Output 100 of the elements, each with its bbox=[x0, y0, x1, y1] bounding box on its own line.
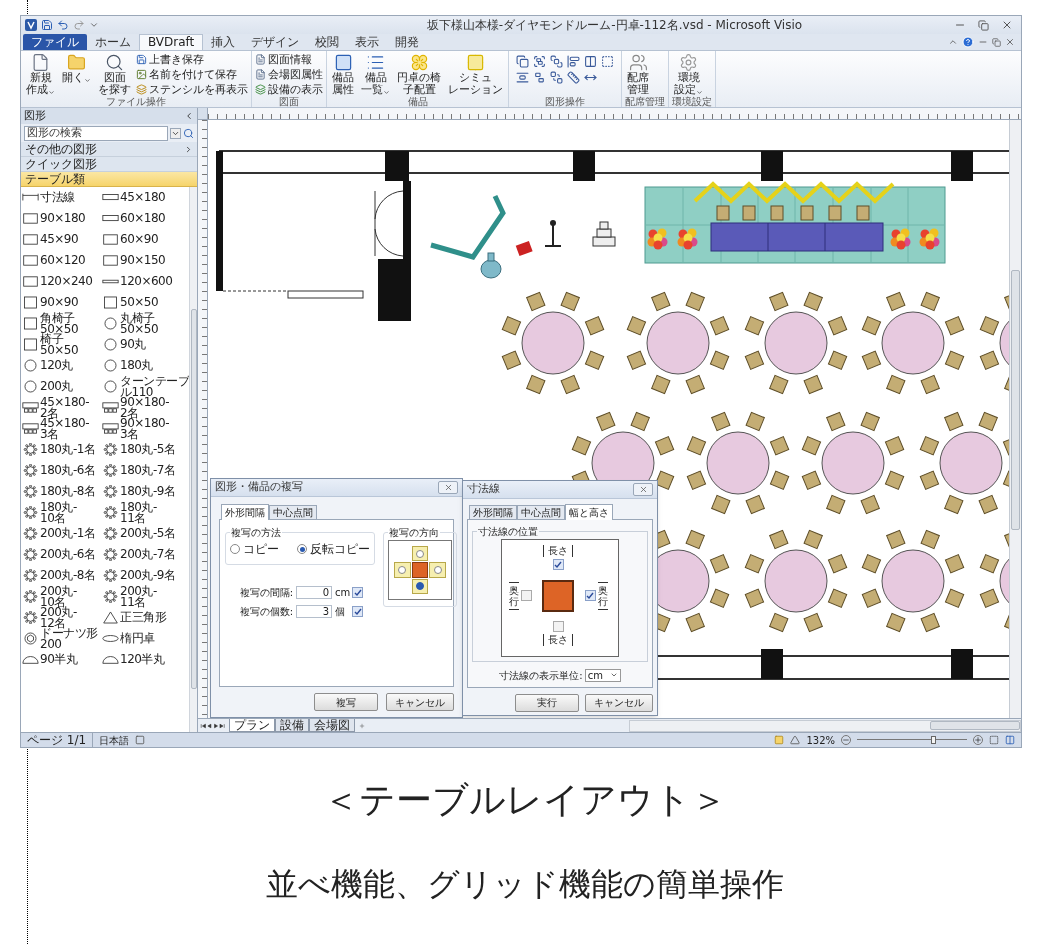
stencil-item[interactable]: 寸法線 bbox=[22, 187, 101, 208]
stencil-item[interactable]: 180丸-6名 bbox=[22, 460, 101, 481]
panel-section[interactable]: テーブル類 bbox=[21, 172, 197, 187]
checkbox[interactable] bbox=[352, 606, 363, 617]
send-back-icon[interactable] bbox=[550, 71, 563, 84]
ribbon-tab[interactable]: BVDraft bbox=[139, 34, 204, 50]
stencil-item[interactable]: 180丸- 10名 bbox=[22, 502, 101, 523]
stencil-item[interactable]: 60×120 bbox=[22, 250, 101, 271]
close-icon[interactable] bbox=[1005, 37, 1015, 47]
checkbox[interactable] bbox=[552, 621, 564, 632]
bring-front-icon[interactable] bbox=[550, 55, 563, 68]
scrollbar[interactable] bbox=[189, 187, 197, 732]
radio-button[interactable] bbox=[230, 544, 240, 554]
restore-icon[interactable] bbox=[978, 19, 989, 31]
stencil-item[interactable]: 角椅子 50×50 bbox=[22, 313, 101, 334]
page-tab[interactable]: プラン bbox=[228, 719, 275, 732]
stencil-item[interactable]: 200丸- 11名 bbox=[102, 586, 189, 607]
stencil-item[interactable]: ドーナツ形 200 bbox=[22, 628, 101, 649]
stencil-item[interactable]: 45×180- 2名 bbox=[22, 397, 101, 418]
stencil-item[interactable]: 椅子 50×50 bbox=[22, 334, 101, 355]
window-icon[interactable] bbox=[1005, 735, 1015, 745]
app-icon[interactable] bbox=[25, 19, 37, 31]
stencil-item[interactable]: 180丸-8名 bbox=[22, 481, 101, 502]
page-tab[interactable]: 会場図 bbox=[308, 719, 355, 732]
ribbon-button[interactable]: 配席 管理 bbox=[625, 53, 651, 96]
stencil-item[interactable]: 180丸- 11名 bbox=[102, 502, 189, 523]
stencil-item[interactable]: 丸椅子 50×50 bbox=[102, 313, 189, 334]
input-field[interactable]: 3 bbox=[296, 605, 332, 618]
direction-button[interactable] bbox=[394, 562, 411, 578]
stencil-item[interactable]: 90×150 bbox=[102, 250, 189, 271]
macro-icon[interactable] bbox=[135, 735, 146, 745]
ribbon-tab[interactable]: 開発 bbox=[387, 34, 428, 50]
stencil-item[interactable]: 120×600 bbox=[102, 271, 189, 292]
redo-icon[interactable] bbox=[73, 19, 85, 31]
dialog-button[interactable]: キャンセル bbox=[386, 693, 454, 711]
dialog-tab[interactable]: 中心点間 bbox=[517, 504, 565, 519]
page-navigation-icon[interactable] bbox=[200, 720, 227, 731]
panel-section[interactable]: その他の図形 bbox=[21, 142, 197, 157]
panel-section[interactable]: クイック図形 bbox=[21, 157, 197, 172]
stencil-item[interactable]: 45×180 bbox=[102, 187, 189, 208]
dialog-tab[interactable]: 中心点間 bbox=[269, 505, 317, 519]
stencil-item[interactable]: 90×180- 3名 bbox=[102, 418, 189, 439]
ungroup-icon[interactable] bbox=[533, 71, 546, 84]
ribbon-button[interactable]: シミュ レーション bbox=[446, 53, 505, 96]
ruler-icon[interactable] bbox=[567, 71, 580, 84]
ribbon-tab[interactable]: 校閲 bbox=[307, 34, 348, 50]
undo-icon[interactable] bbox=[57, 19, 69, 31]
stencil-item[interactable]: 200丸 bbox=[22, 376, 101, 397]
stencil-item[interactable]: 90丸 bbox=[102, 334, 189, 355]
dropdown-icon[interactable] bbox=[170, 127, 181, 139]
align-icon[interactable] bbox=[567, 55, 580, 68]
close-button[interactable] bbox=[438, 481, 458, 494]
stencil-item[interactable]: 200丸-7名 bbox=[102, 544, 189, 565]
ribbon-tab[interactable]: ファイル bbox=[23, 34, 87, 50]
stencil-item[interactable]: 200丸- 12名 bbox=[22, 607, 101, 628]
stencil-item[interactable]: 120×240 bbox=[22, 271, 101, 292]
stencil-item[interactable]: 200丸-1名 bbox=[22, 523, 101, 544]
stencil-item[interactable]: 90半丸 bbox=[22, 649, 101, 670]
stencil-item[interactable]: 200丸-9名 bbox=[102, 565, 189, 586]
direction-button[interactable] bbox=[429, 562, 446, 578]
dialog-button[interactable]: 複写 bbox=[314, 693, 378, 711]
checkbox[interactable] bbox=[520, 590, 532, 601]
stencil-item[interactable]: 90×180- 2名 bbox=[102, 397, 189, 418]
dialog-tab[interactable]: 外形間隔 bbox=[469, 504, 517, 519]
stencil-item[interactable]: 60×90 bbox=[102, 229, 189, 250]
radio-button[interactable] bbox=[297, 544, 307, 554]
stencil-item[interactable]: 180丸-1名 bbox=[22, 439, 101, 460]
collapse-ribbon-icon[interactable] bbox=[948, 37, 958, 47]
ribbon-button[interactable]: 名前を付けて保存 bbox=[136, 68, 248, 81]
help-icon[interactable] bbox=[962, 36, 974, 48]
copy-icon[interactable] bbox=[516, 55, 529, 68]
view-icon[interactable] bbox=[790, 735, 801, 745]
ribbon-button[interactable]: 図面情報 bbox=[255, 53, 323, 66]
stencil-item[interactable]: 200丸- 10名 bbox=[22, 586, 101, 607]
scrollbar[interactable] bbox=[629, 719, 1021, 732]
stencil-item[interactable]: 90×180 bbox=[22, 208, 101, 229]
slider-thumb[interactable] bbox=[931, 736, 936, 744]
stencil-item[interactable]: 180丸-9名 bbox=[102, 481, 189, 502]
direction-button[interactable] bbox=[411, 546, 429, 562]
checkbox[interactable] bbox=[352, 587, 363, 598]
stencil-item[interactable]: 180丸-7名 bbox=[102, 460, 189, 481]
zoom-slider[interactable] bbox=[857, 735, 967, 745]
fit-page-icon[interactable] bbox=[989, 735, 999, 745]
close-button[interactable] bbox=[633, 482, 653, 496]
columns-icon[interactable] bbox=[584, 55, 597, 68]
close-icon[interactable] bbox=[1001, 19, 1013, 31]
group-icon[interactable] bbox=[533, 55, 546, 68]
dialog-tab[interactable]: 幅と高さ bbox=[565, 503, 613, 520]
restore-icon[interactable] bbox=[992, 37, 1001, 47]
ribbon-button[interactable]: 上書き保存 bbox=[136, 53, 248, 66]
direction-button[interactable] bbox=[411, 578, 429, 594]
ribbon-tab[interactable]: 挿入 bbox=[203, 34, 244, 50]
stencil-item[interactable]: 50×50 bbox=[102, 292, 189, 313]
ribbon-tab[interactable]: デザイン bbox=[243, 34, 308, 50]
collapse-icon[interactable] bbox=[184, 111, 194, 121]
stencil-item[interactable]: 60×180 bbox=[102, 208, 189, 229]
dialog-button[interactable]: キャンセル bbox=[585, 693, 653, 712]
unit-select[interactable]: cm bbox=[584, 668, 621, 682]
search-field[interactable]: 図形の検索 bbox=[24, 125, 168, 141]
search-icon[interactable] bbox=[183, 127, 194, 139]
